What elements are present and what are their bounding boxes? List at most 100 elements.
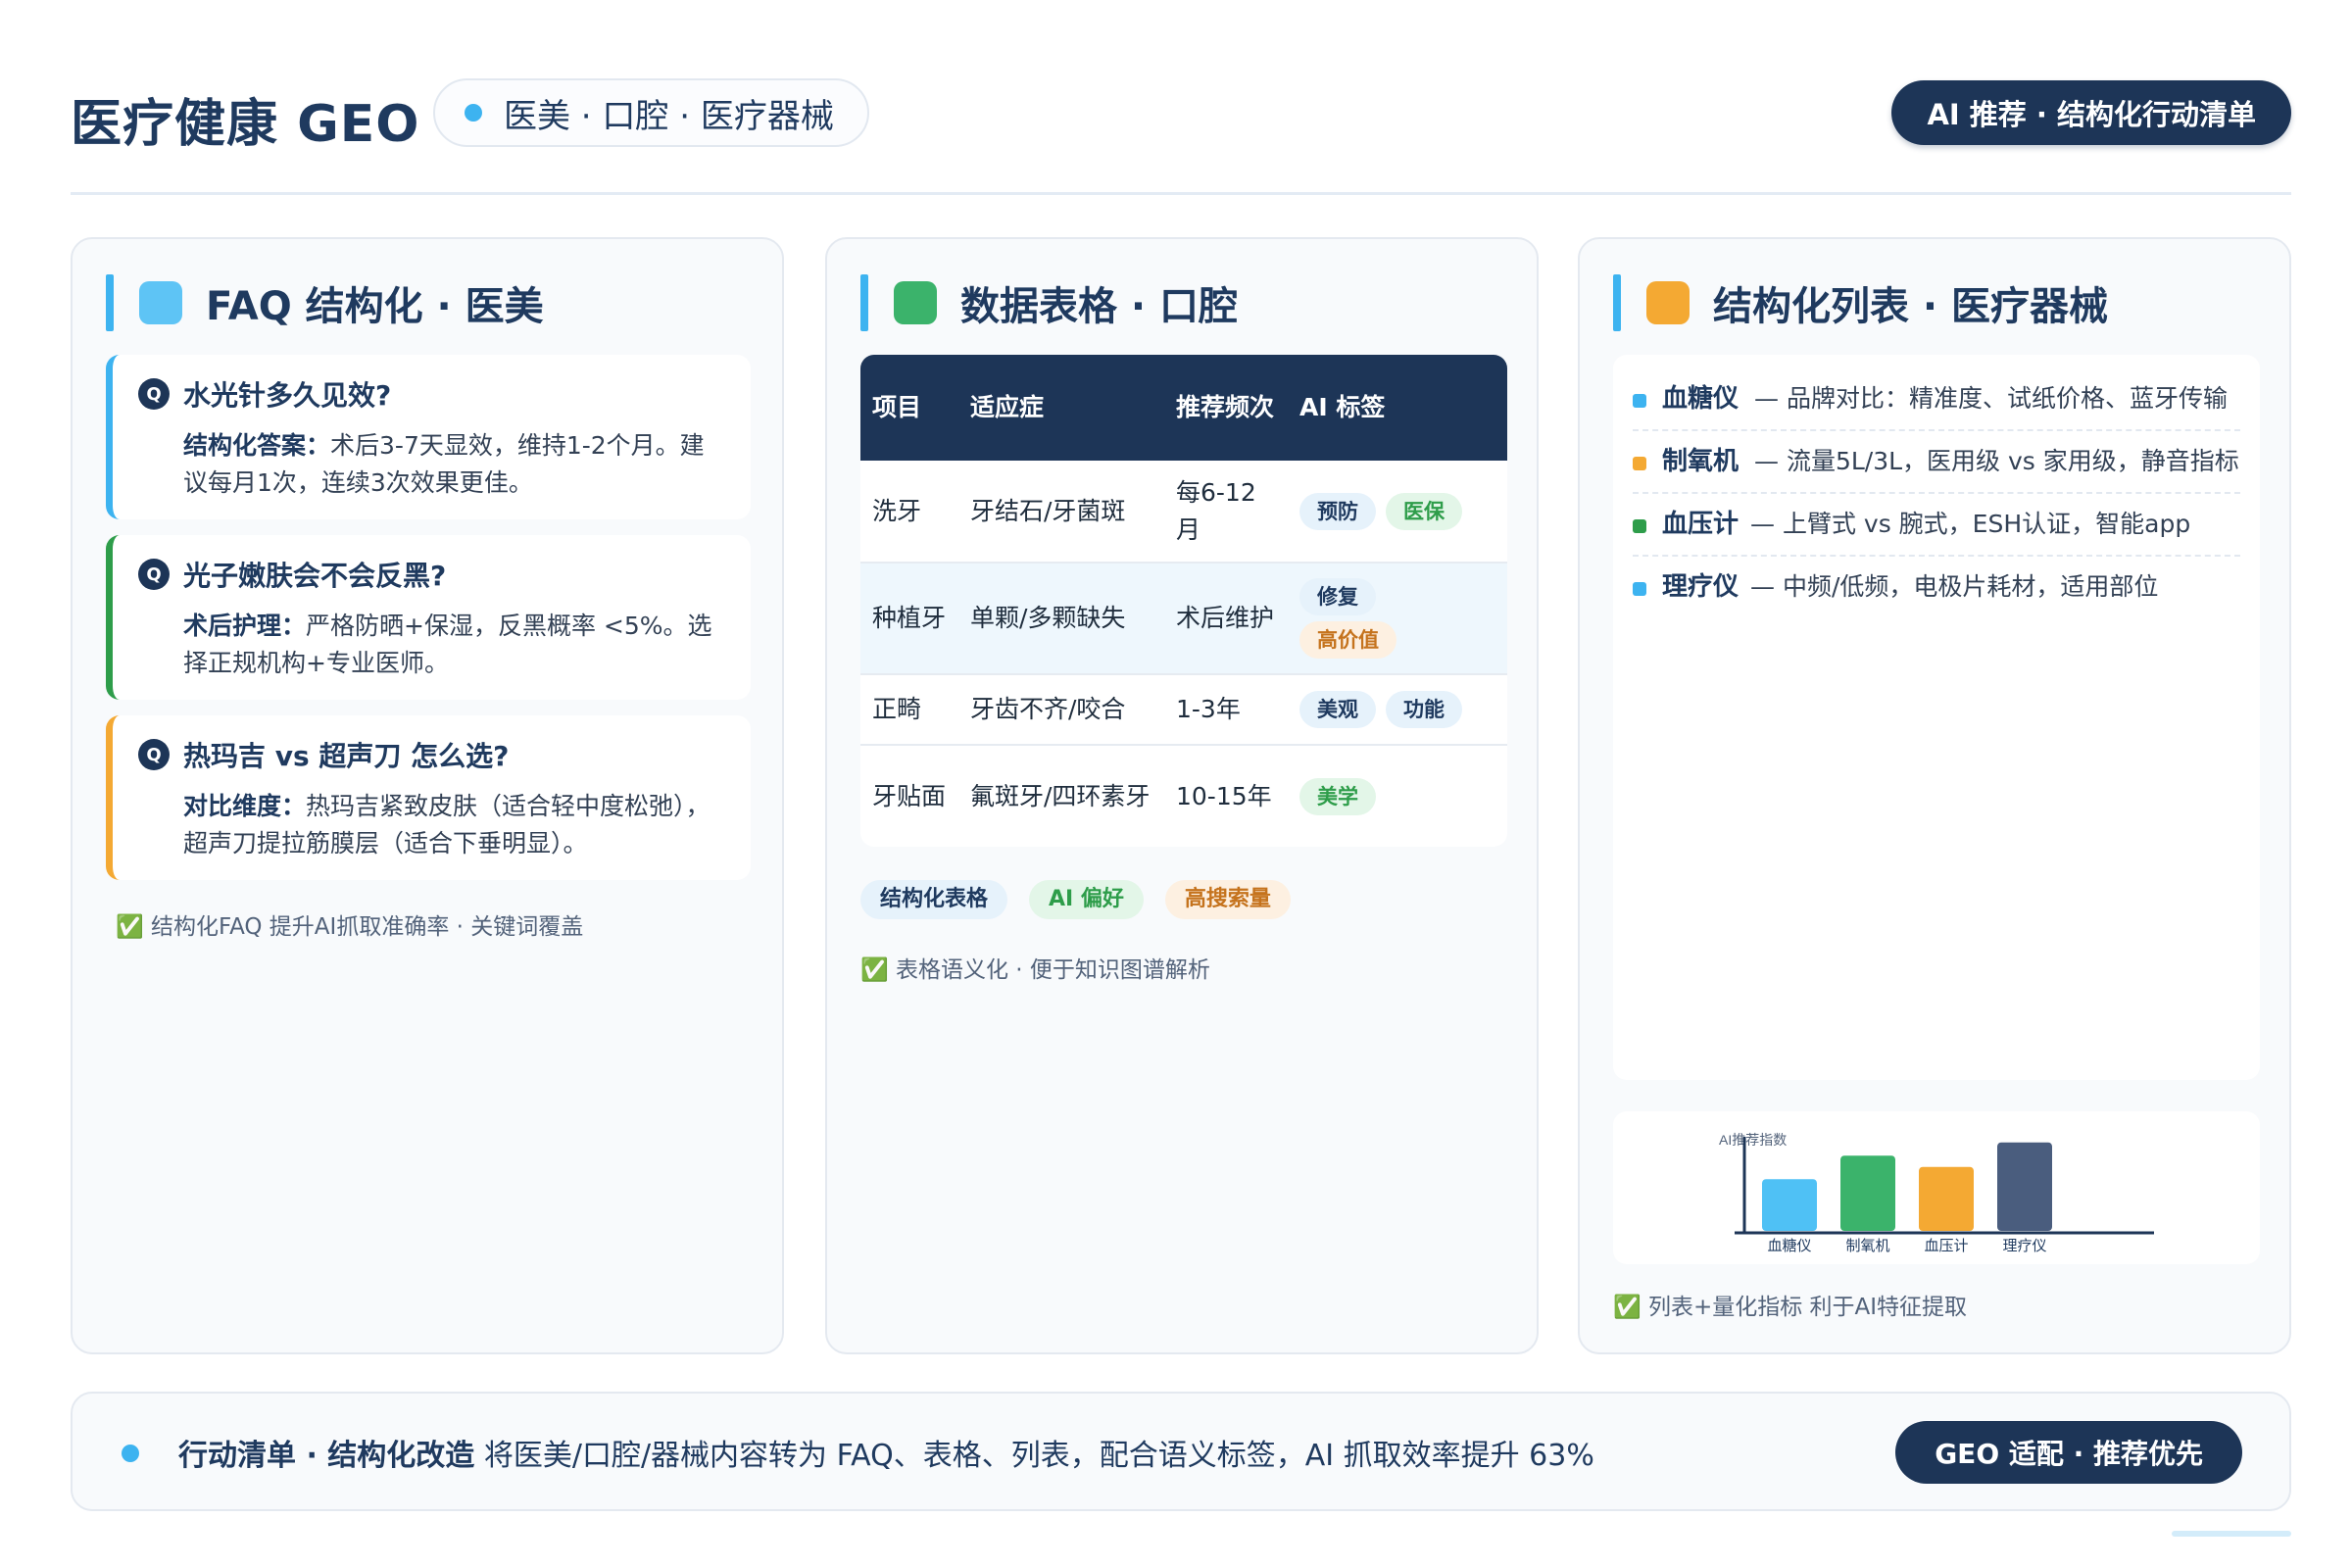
faq-question: 热玛吉 vs 超声刀 怎么选?: [183, 740, 510, 772]
list-item-name: 制氧机: [1662, 447, 1740, 476]
chart-bar: [1919, 1166, 1974, 1231]
chart-tick-label: 血糖仪: [1767, 1238, 1811, 1254]
chart-tick-label: 理疗仪: [2002, 1238, 2046, 1254]
chip-high-search[interactable]: 高搜索量: [1164, 880, 1291, 919]
table-card: 数据表格 · 口腔 项目 适应症 推荐频次 AI 标签 洗牙 牙结石/牙菌斑 每…: [825, 237, 1539, 1354]
table-card-header: 数据表格 · 口腔: [860, 274, 1238, 331]
table-cell: 每6-12月: [1164, 461, 1288, 564]
chart-y-label: AI推荐指数: [1719, 1132, 1787, 1148]
geo-recommend-button[interactable]: GEO 适配 · 推荐优先: [1895, 1421, 2242, 1484]
chip-ai-preference[interactable]: AI 偏好: [1029, 880, 1144, 919]
faq-answer-label: 术后护理：: [183, 612, 307, 640]
header-divider: [71, 192, 2291, 195]
chart-bar: [1762, 1179, 1817, 1231]
footer-message: 行动清单 · 结构化改造 将医美/口腔/器械内容转为 FAQ、表格、列表，配合语…: [178, 1431, 1594, 1474]
device-list: 血糖仪 — 品牌对比：精准度、试纸价格、蓝牙传输 制氧机 — 流量5L/3L，医…: [1613, 355, 2260, 1080]
faq-card-title: FAQ 结构化 · 医美: [206, 284, 544, 329]
column-header[interactable]: 适应症: [958, 355, 1164, 461]
faq-item[interactable]: Q 水光针多久见效? 结构化答案：术后3-7天显效，维持1-2个月。建议每月1次，…: [106, 355, 751, 519]
question-icon: Q: [138, 739, 170, 770]
list-item[interactable]: 血糖仪 — 品牌对比：精准度、试纸价格、蓝牙传输: [1633, 368, 2240, 431]
ai-tag: 修复: [1299, 578, 1376, 615]
table-row[interactable]: 牙贴面 氟斑牙/四环素牙 10-15年 美学: [860, 745, 1507, 847]
dental-table: 项目 适应症 推荐频次 AI 标签 洗牙 牙结石/牙菌斑 每6-12月 预防 医保…: [860, 355, 1507, 847]
accent-bar: [106, 274, 114, 331]
column-header[interactable]: AI 标签: [1288, 355, 1507, 461]
ai-tag: 高价值: [1299, 621, 1396, 659]
list-card-title: 结构化列表 · 医疗器械: [1713, 284, 2109, 329]
bullet-icon: [1633, 394, 1646, 408]
table-cell: 正畸: [860, 674, 958, 746]
question-icon: Q: [138, 378, 170, 410]
table-cell: 牙齿不齐/咬合: [958, 674, 1164, 746]
list-item-name: 血糖仪: [1662, 384, 1740, 414]
bullet-icon: [1633, 582, 1646, 596]
list-item-name: 理疗仪: [1662, 572, 1740, 602]
table-row[interactable]: 正畸 牙齿不齐/咬合 1-3年 美观 功能: [860, 674, 1507, 746]
list-item[interactable]: 理疗仪 — 中频/低频，电极片耗材，适用部位: [1633, 557, 2240, 617]
chart-bar: [1840, 1155, 1895, 1231]
footer-accent-bar: [2172, 1531, 2291, 1537]
footer-dot-icon: [122, 1445, 139, 1462]
table-cell: 1-3年: [1164, 674, 1288, 746]
feature-chips: 结构化表格 AI 偏好 高搜索量: [860, 880, 1312, 919]
chip-structured-table[interactable]: 结构化表格: [860, 880, 1008, 919]
faq-answer-label: 对比维度：: [183, 792, 307, 820]
ai-tag: 美学: [1299, 777, 1376, 815]
footer-label: 行动清单 · 结构化改造: [178, 1439, 475, 1473]
table-cell-tags: 美观 功能: [1288, 674, 1507, 746]
page-header: 医疗健康 GEO 医美 · 口腔 · 医疗器械 AI 推荐 · 结构化行动清单: [71, 76, 2291, 194]
table-cell: 种植牙: [860, 563, 958, 675]
list-item-desc: — 上臂式 vs 腕式，ESH认证，智能app: [1750, 510, 2191, 538]
table-card-title: 数据表格 · 口腔: [960, 284, 1239, 329]
list-item-desc: — 流量5L/3L，医用级 vs 家用级，静音指标: [1754, 447, 2239, 475]
table-header-row: 项目 适应症 推荐频次 AI 标签: [860, 355, 1507, 461]
faq-item[interactable]: Q 光子嫩肤会不会反黑? 术后护理：严格防晒+保湿，反黑概率 <5%。选择正规机构…: [106, 535, 751, 700]
list-item-desc: — 品牌对比：精准度、试纸价格、蓝牙传输: [1754, 384, 2228, 413]
column-header[interactable]: 项目: [860, 355, 958, 461]
list-card: 结构化列表 · 医疗器械 血糖仪 — 品牌对比：精准度、试纸价格、蓝牙传输 制氧…: [1578, 237, 2291, 1354]
table-cell: 氟斑牙/四环素牙: [970, 781, 1151, 810]
list-card-header: 结构化列表 · 医疗器械: [1613, 274, 2108, 331]
faq-answer-label: 结构化答案：: [183, 431, 331, 460]
ai-tag: 功能: [1386, 691, 1462, 728]
page-title: 医疗健康 GEO: [71, 95, 420, 154]
faq-answer: 对比维度：热玛吉紧致皮肤（适合轻中度松弛），超声刀提拉筋膜层（适合下垂明显）。: [183, 788, 727, 862]
action-footer: 行动清单 · 结构化改造 将医美/口腔/器械内容转为 FAQ、表格、列表，配合语…: [71, 1392, 2291, 1511]
table-cell: 洗牙: [860, 461, 958, 564]
list-item-desc: — 中频/低频，电极片耗材，适用部位: [1750, 572, 2159, 601]
faq-question: 光子嫩肤会不会反黑?: [183, 560, 447, 592]
status-dot-icon: [465, 104, 482, 122]
ai-recommend-badge[interactable]: AI 推荐 · 结构化行动清单: [1891, 80, 2291, 145]
bullet-icon: [1633, 519, 1646, 533]
category-pill-label: 医美 · 口腔 · 医疗器械: [504, 96, 834, 136]
faq-answer: 结构化答案：术后3-7天显效，维持1-2个月。建议每月1次，连续3次效果更佳。: [183, 427, 727, 502]
list-card-note: ✅ 列表+量化指标 利于AI特征提取: [1613, 1295, 1968, 1320]
recommend-index-chart: AI推荐指数 血糖仪 制氧机 血压计 理疗仪: [1613, 1111, 2260, 1264]
list-item[interactable]: 血压计 — 上臂式 vs 腕式，ESH认证，智能app: [1633, 494, 2240, 557]
bullet-icon: [1633, 457, 1646, 470]
ai-tag: 预防: [1299, 492, 1376, 530]
accent-bar: [860, 274, 868, 331]
table-cell: 单颗/多颗缺失: [958, 563, 1164, 675]
chart-tick-label: 血压计: [1924, 1238, 1968, 1254]
list-item[interactable]: 制氧机 — 流量5L/3L，医用级 vs 家用级，静音指标: [1633, 431, 2240, 494]
table-cell: 10-15年: [1176, 781, 1272, 810]
table-cell-tags: 修复 高价值: [1288, 563, 1507, 675]
column-header[interactable]: 推荐频次: [1164, 355, 1288, 461]
footer-text: 将医美/口腔/器械内容转为 FAQ、表格、列表，配合语义标签，AI 抓取效率提升…: [483, 1439, 1594, 1473]
bar-chart-svg: AI推荐指数 血糖仪 制氧机 血压计 理疗仪: [1719, 1132, 2154, 1254]
table-row[interactable]: 种植牙 单颗/多颗缺失 术后维护 修复 高价值: [860, 563, 1507, 675]
table-card-note: ✅ 表格语义化 · 便于知识图谱解析: [860, 957, 1210, 983]
faq-answer: 术后护理：严格防晒+保湿，反黑概率 <5%。选择正规机构+专业医师。: [183, 608, 727, 682]
table-cell: 牙贴面: [872, 781, 947, 810]
faq-card: FAQ 结构化 · 医美 Q 水光针多久见效? 结构化答案：术后3-7天显效，维持…: [71, 237, 784, 1354]
faq-item[interactable]: Q 热玛吉 vs 超声刀 怎么选? 对比维度：热玛吉紧致皮肤（适合轻中度松弛），超…: [106, 715, 751, 880]
table-cell: 牙结石/牙菌斑: [958, 461, 1164, 564]
accent-bar: [1613, 274, 1621, 331]
table-cell-tags: 美学: [1288, 745, 1507, 847]
category-pill: 医美 · 口腔 · 医疗器械: [433, 78, 869, 147]
list-item-name: 血压计: [1662, 510, 1740, 539]
ai-tag: 医保: [1386, 492, 1462, 530]
table-row[interactable]: 洗牙 牙结石/牙菌斑 每6-12月 预防 医保: [860, 461, 1507, 564]
